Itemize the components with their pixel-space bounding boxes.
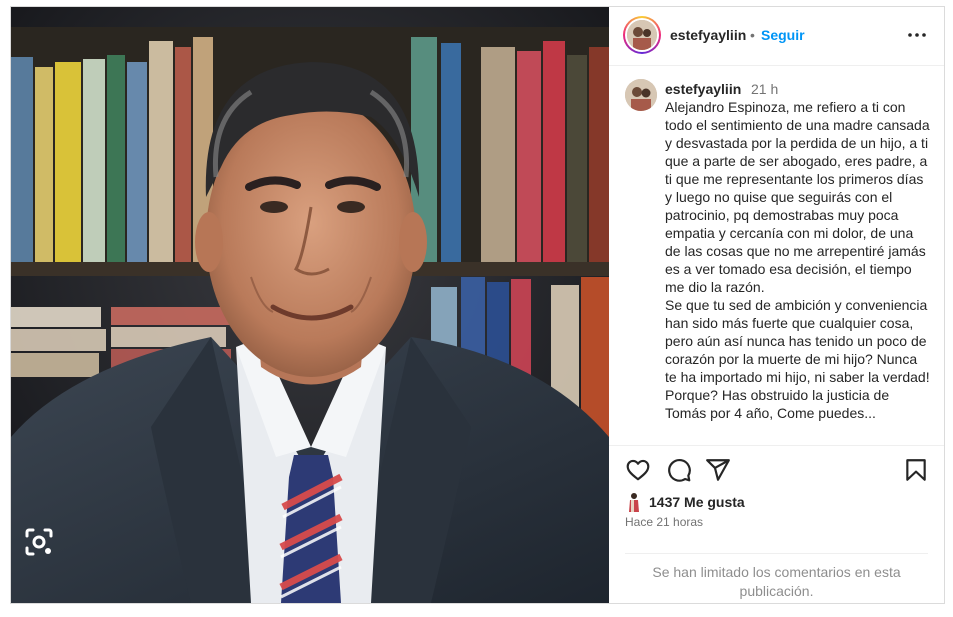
caption-author-username[interactable]: estefyayliin [665,81,741,97]
author-avatar[interactable] [623,16,661,54]
author-username[interactable]: estefyayliin [670,27,746,43]
post-image[interactable] [11,7,609,603]
post-side-panel: estefyayliin • Seguir estefyayliin 21 h … [609,7,944,603]
caption-author-avatar[interactable] [625,79,657,111]
bookmark-icon[interactable] [903,457,929,483]
divider [625,553,928,554]
action-bar [609,457,944,487]
share-icon[interactable] [705,457,731,483]
comment-icon[interactable] [666,457,692,483]
visual-search-icon[interactable] [21,524,57,560]
likes-count[interactable]: 1437 Me gusta [649,494,745,510]
portrait-photo [11,7,609,603]
heart-icon[interactable] [625,457,651,483]
separator-dot: • [750,27,755,43]
caption-timestamp[interactable]: 21 h [751,81,778,97]
more-horizontal-icon[interactable] [905,23,929,47]
post-time-ago[interactable]: Hace 21 horas [625,515,703,529]
caption-text: Alejandro Espinoza, me refiero a ti con … [665,99,930,421]
comments-limited-notice: Se han limitado los comentarios en esta … [652,564,901,599]
post-header: estefyayliin • Seguir [609,7,944,66]
caption-area[interactable]: estefyayliin 21 h Alejandro Espinoza, me… [609,67,944,446]
liker-avatar [627,492,641,512]
follow-button[interactable]: Seguir [761,27,805,43]
